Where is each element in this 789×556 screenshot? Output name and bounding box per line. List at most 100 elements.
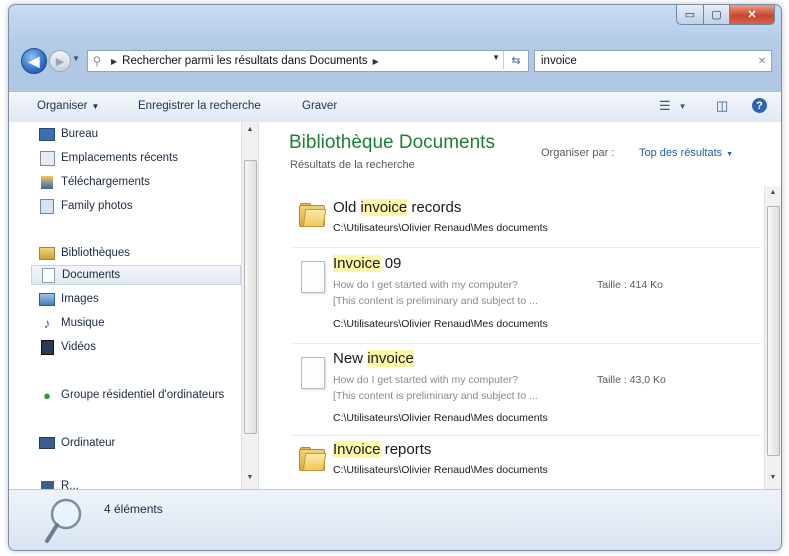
homegroup-icon: ● [43, 387, 51, 403]
arrow-right-icon: ▶ [55, 55, 65, 68]
result-title: Invoice 09 [333, 255, 402, 272]
address-dropdown-icon[interactable]: ▼ [492, 53, 500, 62]
arrange-by-dropdown[interactable]: Top des résultats ▼ [639, 147, 733, 159]
scrollbar-thumb[interactable] [244, 160, 257, 434]
view-list-icon: ☰ [659, 98, 671, 113]
back-button[interactable]: ◀ [21, 48, 47, 74]
result-item[interactable]: Invoice 09 How do I get started with my … [291, 247, 761, 344]
scroll-down-icon[interactable]: ▼ [765, 474, 781, 481]
library-subtitle: Résultats de la recherche [290, 159, 415, 171]
sidebar-item-telechargements[interactable]: Téléchargements [39, 172, 150, 192]
help-icon: ? [752, 98, 767, 113]
address-bar[interactable]: ⚲ ▶ Rechercher parmi les résultats dans … [87, 50, 529, 72]
save-search-button[interactable]: Enregistrer la recherche [138, 100, 261, 112]
document-library-icon [40, 267, 56, 283]
result-item[interactable]: New invoice How do I get started with my… [291, 343, 761, 436]
result-snippet: How do I get started with my computer? [333, 374, 518, 386]
result-snippet: [This content is preliminary and subject… [333, 390, 538, 402]
libraries-icon [39, 246, 55, 260]
result-path: C:\Utilisateurs\Olivier Renaud\Mes docum… [333, 412, 548, 424]
result-title: New invoice [333, 350, 414, 367]
library-title: Bibliothèque Documents [289, 132, 495, 153]
explorer-window: ▭ ▢ ✕ ◀ ▶ ▼ ⚲ ▶ Rechercher parmi les rés… [8, 4, 782, 551]
sidebar-item-bibliotheques[interactable]: Bibliothèques [39, 243, 130, 263]
sidebar-item-label: Emplacements récents [61, 152, 178, 164]
folder-icon [299, 203, 327, 227]
breadcrumb-separator-icon[interactable]: ▶ [373, 57, 379, 66]
refresh-icon: ⇆ [511, 54, 521, 67]
sidebar-item-label: Vidéos [61, 341, 96, 353]
scroll-down-icon[interactable]: ▼ [242, 474, 258, 481]
video-icon [39, 339, 55, 355]
chevron-down-icon: ▼ [91, 102, 100, 111]
sidebar-item-bureau[interactable]: Bureau [39, 124, 98, 144]
search-results: Old invoice records C:\Utilisateurs\Oliv… [291, 187, 761, 487]
preview-pane-icon: ◫ [716, 98, 729, 113]
content-pane: Bibliothèque Documents Résultats de la r… [259, 122, 781, 489]
scroll-up-icon[interactable]: ▲ [242, 126, 258, 133]
sidebar-item-musique[interactable]: ♪ Musique [39, 313, 105, 333]
scrollbar-thumb[interactable] [767, 206, 780, 456]
chevron-down-icon: ▼ [726, 151, 734, 158]
search-magnifier-icon [44, 496, 84, 549]
sidebar-item-documents[interactable]: Documents [31, 265, 241, 285]
sidebar-item-family-photos[interactable]: Family photos [39, 196, 133, 216]
breadcrumb[interactable]: Rechercher parmi les résultats dans Docu… [122, 55, 367, 67]
result-size: Taille : 43,0 Ko [597, 374, 666, 386]
details-pane: 4 éléments [9, 489, 781, 550]
desktop-icon [39, 127, 55, 141]
sidebar-item-emplacements-recents[interactable]: Emplacements récents [39, 148, 178, 168]
folder-icon [299, 447, 327, 471]
arrange-by-label: Organiser par : [541, 147, 615, 159]
main-area: Bureau Emplacements récents Téléchargeme… [9, 122, 781, 489]
result-title: Old invoice records [333, 199, 462, 216]
preview-pane-button[interactable]: ◫ [716, 98, 728, 114]
maximize-button[interactable]: ▢ [704, 5, 730, 25]
sidebar-item-videos[interactable]: Vidéos [39, 337, 96, 357]
close-button[interactable]: ✕ [730, 5, 775, 25]
result-path: C:\Utilisateurs\Olivier Renaud\Mes docum… [333, 222, 548, 234]
view-options-button[interactable]: ☰ ▼ [659, 98, 687, 114]
sidebar-item-reseau[interactable]: R... [39, 476, 79, 489]
pictures-icon [39, 292, 55, 306]
music-icon: ♪ [43, 315, 51, 331]
arrow-left-icon: ◀ [28, 52, 40, 69]
clear-search-icon[interactable]: ✕ [753, 56, 771, 67]
minimize-button[interactable]: ▭ [676, 5, 704, 25]
sidebar-item-label: Bureau [61, 128, 99, 140]
search-box[interactable]: invoice ✕ [534, 50, 772, 72]
item-count: 4 éléments [104, 502, 163, 516]
result-item[interactable]: Old invoice records C:\Utilisateurs\Oliv… [291, 189, 761, 248]
navigation-bar: ◀ ▶ ▼ ⚲ ▶ Rechercher parmi les résultats… [9, 45, 781, 75]
recent-pages-dropdown[interactable]: ▼ [72, 54, 80, 63]
computer-icon [39, 436, 55, 450]
result-snippet: [This content is preliminary and subject… [333, 295, 538, 307]
result-title: Invoice reports [333, 441, 432, 458]
sidebar-item-images[interactable]: Images [39, 289, 99, 309]
search-input[interactable]: invoice [535, 55, 753, 67]
sidebar-item-groupe-residentiel[interactable]: ● Groupe résidentiel d'ordinateurs [39, 385, 224, 405]
sidebar-item-label: Ordinateur [61, 437, 116, 449]
nav-pane-scrollbar[interactable]: ▲ ▼ [241, 122, 258, 489]
organize-button[interactable]: Organiser ▼ [37, 100, 99, 112]
sidebar-item-label: Groupe résidentiel d'ordinateurs [61, 389, 225, 401]
result-snippet: How do I get started with my computer? [333, 279, 518, 291]
organize-label: Organiser [37, 100, 88, 112]
burn-button[interactable]: Graver [302, 100, 337, 112]
scroll-up-icon[interactable]: ▲ [765, 189, 781, 196]
breadcrumb-separator-icon[interactable]: ▶ [111, 57, 117, 66]
command-bar: Organiser ▼ Enregistrer la recherche Grav… [9, 91, 781, 123]
result-item[interactable]: Invoice reports C:\Utilisateurs\Olivier … [291, 435, 761, 485]
sidebar-item-ordinateur[interactable]: Ordinateur [39, 433, 115, 453]
sidebar-item-label: Family photos [61, 200, 133, 212]
document-icon [299, 261, 325, 293]
navigation-pane: Bureau Emplacements récents Téléchargeme… [9, 122, 259, 489]
sidebar-item-label: Musique [61, 317, 105, 329]
sidebar-item-label: Téléchargements [61, 176, 150, 188]
forward-button[interactable]: ▶ [49, 50, 71, 72]
result-path: C:\Utilisateurs\Olivier Renaud\Mes docum… [333, 318, 548, 330]
refresh-button[interactable]: ⇆ [503, 51, 528, 69]
results-scrollbar[interactable]: ▲ ▼ [764, 186, 781, 489]
help-button[interactable]: ? [752, 98, 767, 113]
downloads-icon [39, 175, 55, 189]
